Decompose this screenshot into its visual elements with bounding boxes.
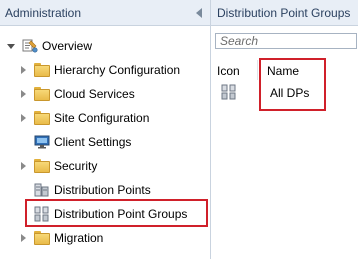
column-divider[interactable] (257, 60, 258, 80)
tree-item-cloud-services[interactable]: Cloud Services (0, 82, 210, 106)
expand-right-icon[interactable] (18, 161, 28, 171)
folder-icon (34, 63, 50, 77)
search-box[interactable] (215, 33, 357, 49)
folder-icon (34, 87, 50, 101)
collapse-pane-icon[interactable] (196, 8, 202, 18)
tree-item-label: Migration (54, 231, 104, 245)
tree-item-site-configuration[interactable]: Site Configuration (0, 106, 210, 130)
tree-item-hierarchy-configuration[interactable]: Hierarchy Configuration (0, 58, 210, 82)
tree-item-overview[interactable]: Overview (0, 34, 210, 58)
column-header-icon[interactable]: Icon (217, 64, 240, 78)
server-group-icon (34, 206, 50, 222)
folder-icon (34, 231, 50, 245)
tree-item-security[interactable]: Security (0, 154, 210, 178)
folder-icon (34, 111, 50, 125)
tree-item-label: Overview (42, 39, 93, 53)
column-header-name[interactable]: Name (267, 64, 299, 78)
tree-item-label: Distribution Point Groups (54, 207, 188, 221)
content-pane: Distribution Point Groups Icon Name All … (211, 0, 358, 259)
tree-item-label: Site Configuration (54, 111, 150, 125)
tree-item-label: Security (54, 159, 98, 173)
tree-item-migration[interactable]: Migration (0, 226, 210, 250)
tree-item-distribution-points[interactable]: Distribution Points (0, 178, 210, 202)
overview-icon (22, 39, 38, 53)
expand-right-icon[interactable] (18, 89, 28, 99)
expand-down-icon[interactable] (6, 41, 16, 51)
tree-item-label: Distribution Points (54, 183, 151, 197)
folder-icon (34, 159, 50, 173)
expand-right-icon[interactable] (18, 65, 28, 75)
monitor-icon (34, 135, 50, 149)
server-group-icon (221, 84, 237, 103)
tree-item-label: Client Settings (54, 135, 132, 149)
list-item-name: All DPs (270, 86, 310, 100)
tree-item-client-settings[interactable]: Client Settings (0, 130, 210, 154)
page-title: Distribution Point Groups (217, 5, 351, 20)
expand-right-icon[interactable] (18, 233, 28, 243)
navigation-pane: Administration Overview Hierarchy Config… (0, 0, 210, 259)
navigation-pane-header: Administration (0, 0, 210, 26)
server-icon (34, 182, 50, 197)
expand-right-icon[interactable] (18, 113, 28, 123)
workspace-title: Administration (5, 5, 82, 20)
tree-item-distribution-point-groups[interactable]: Distribution Point Groups (0, 202, 210, 226)
search-input[interactable] (216, 34, 356, 48)
navigation-tree: Overview Hierarchy Configuration Cloud S… (0, 34, 210, 250)
tree-item-label: Cloud Services (54, 87, 135, 101)
content-pane-header: Distribution Point Groups (211, 0, 358, 26)
tree-item-label: Hierarchy Configuration (54, 63, 181, 77)
